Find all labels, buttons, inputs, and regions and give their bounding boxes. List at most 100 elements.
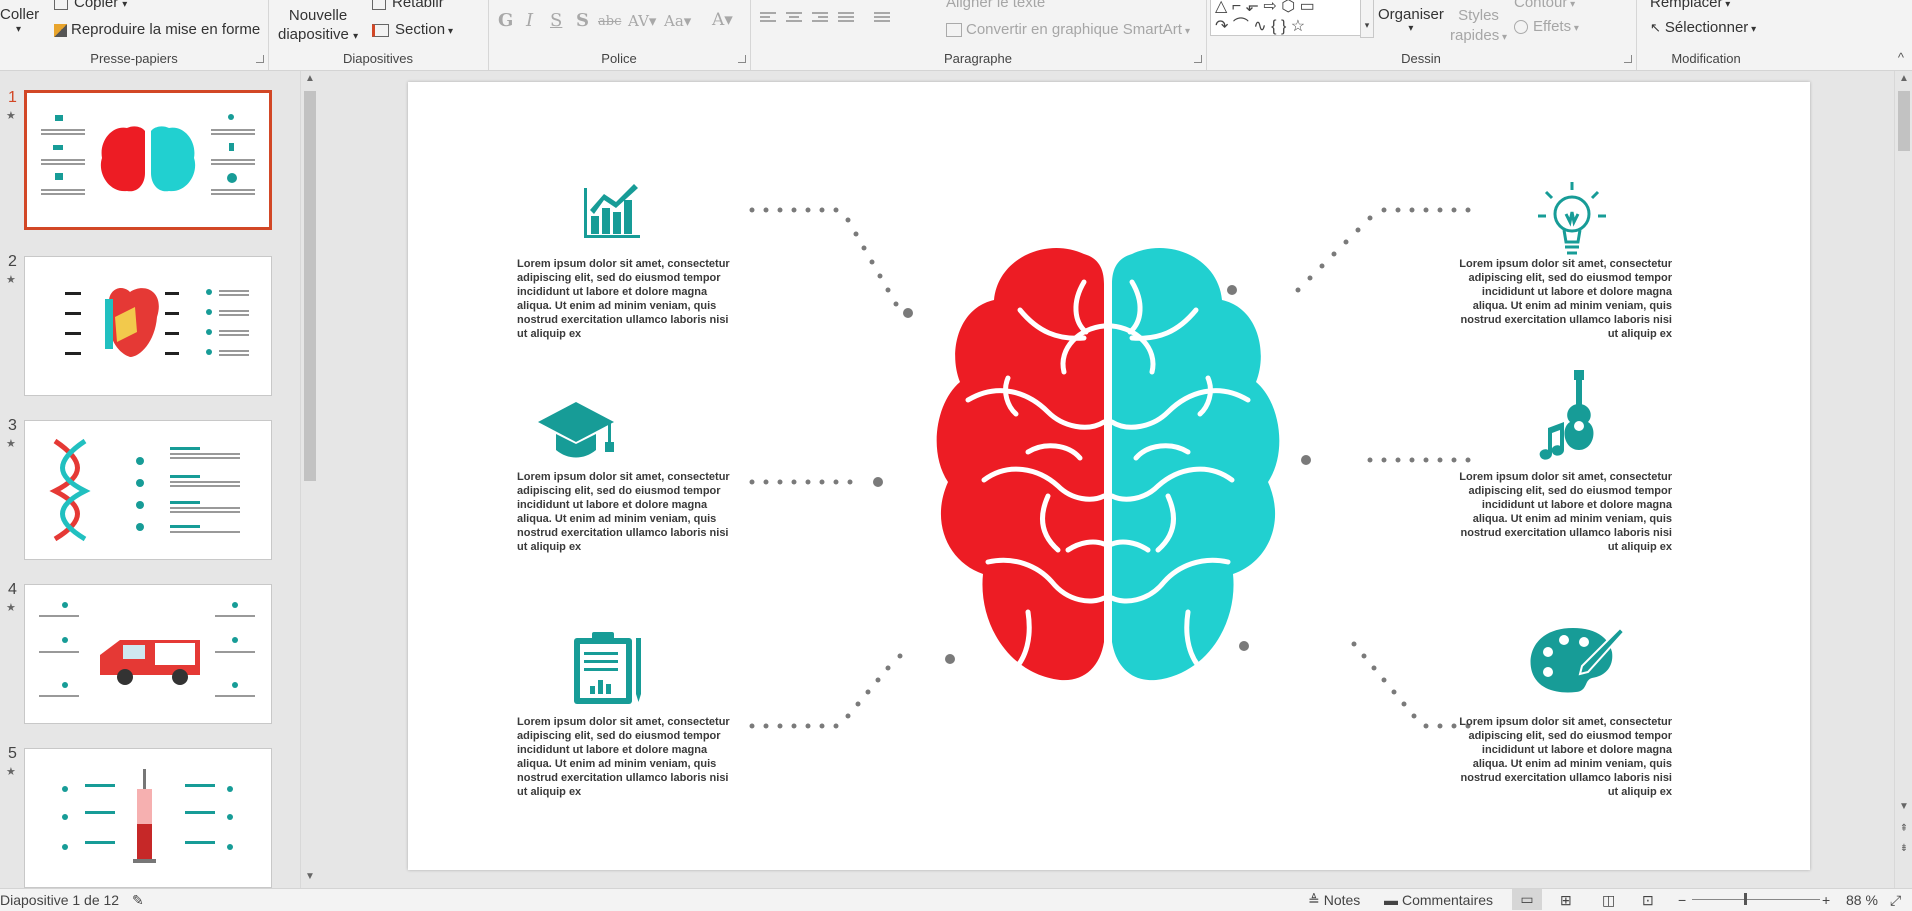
section-button[interactable]: Section ▾ <box>372 21 453 38</box>
group-clipboard: Coller ▾ Copier ▾ Reproduire la mise en f… <box>0 0 269 70</box>
group-label-font: Police <box>601 51 637 66</box>
normal-view-icon[interactable]: ▭ <box>1512 889 1542 910</box>
previous-slide-icon[interactable]: ⇞ <box>1898 823 1910 834</box>
smartart-button[interactable]: Convertir en graphique SmartArt ▾ <box>946 21 1190 38</box>
slide-scroll-thumb[interactable] <box>1898 91 1910 151</box>
zoom-level[interactable]: 88 % <box>1846 892 1878 908</box>
slideshow-icon[interactable]: ⊡ <box>1642 892 1654 909</box>
thumbnails-scrollbar[interactable]: ▲ ▼ <box>300 71 319 888</box>
zoom-slider-thumb[interactable] <box>1744 893 1747 905</box>
next-slide-icon[interactable]: ⇟ <box>1898 843 1910 854</box>
copy-button[interactable]: Copier ▾ <box>54 0 127 11</box>
format-painter-label: Reproduire la mise en forme <box>71 21 261 38</box>
section-label: Section <box>395 21 446 38</box>
shadow-button[interactable]: S <box>576 10 589 31</box>
align-text-button[interactable]: Aligner le texte <box>946 0 1045 11</box>
clipboard-launcher-icon[interactable] <box>256 55 264 63</box>
slide-scrollbar[interactable]: ▲ ▼ ⇞ ⇟ <box>1894 71 1912 888</box>
replace-button[interactable]: Remplacer ▾ <box>1650 0 1730 11</box>
connector-top-left <box>749 207 913 318</box>
justify-icon[interactable] <box>838 12 854 26</box>
outline-button[interactable]: Contour ▾ <box>1514 0 1575 11</box>
scroll-up-icon[interactable]: ▲ <box>304 73 316 84</box>
zoom-out-icon[interactable]: − <box>1678 892 1686 908</box>
clipboard-icon <box>574 632 641 704</box>
copy-icon <box>54 0 68 11</box>
shapes-gallery[interactable]: △ ⌐ ⬐ ⇨ ⬡ ▭ ↷ ⌒ ∿ { } ☆ <box>1210 0 1370 36</box>
italic-button[interactable]: I <box>526 10 533 31</box>
notes-button[interactable]: ≜ Notes <box>1308 892 1360 909</box>
slide-thumbnail-3[interactable] <box>24 420 272 560</box>
animation-star-icon: ★ <box>6 110 16 122</box>
effects-button[interactable]: Effets ▾ <box>1514 18 1579 35</box>
zoom-slider[interactable] <box>1692 893 1820 905</box>
text-block-top-left[interactable]: Lorem ipsum dolor sit amet, consectetur … <box>517 257 734 341</box>
select-label: Sélectionner <box>1664 19 1749 36</box>
slide-thumbnail-5[interactable] <box>24 748 272 888</box>
text-block-mid-right[interactable]: Lorem ipsum dolor sit amet, consectetur … <box>1455 470 1672 554</box>
lightbulb-icon <box>1538 182 1606 255</box>
new-slide-label-1: Nouvelle <box>288 7 348 24</box>
fit-to-window-icon[interactable]: ⤢ <box>1890 892 1901 909</box>
smartart-icon <box>946 23 962 38</box>
thumbnail-1-preview <box>41 114 255 195</box>
char-spacing-button[interactable]: AV▾ <box>628 12 656 30</box>
text-block-mid-left[interactable]: Lorem ipsum dolor sit amet, consectetur … <box>517 470 734 554</box>
strikethrough-button[interactable]: abc <box>598 14 621 29</box>
slide-thumbnail-4[interactable] <box>24 584 272 724</box>
zoom-in-icon[interactable]: + <box>1822 892 1830 908</box>
group-drawing: △ ⌐ ⬐ ⇨ ⬡ ▭ ↷ ⌒ ∿ { } ☆ ▾ Organiser ▾ Styl… <box>1206 0 1637 70</box>
comments-button[interactable]: ▬ Commentaires <box>1384 892 1493 908</box>
paste-dropdown-icon[interactable]: ▾ <box>16 24 21 35</box>
thumbnails-scroll-thumb[interactable] <box>304 91 316 481</box>
music-guitar-icon <box>1539 370 1594 460</box>
underline-button[interactable]: S <box>550 10 562 31</box>
group-label-clipboard: Presse-papiers <box>90 51 178 66</box>
scroll-down-icon[interactable]: ▼ <box>304 871 316 882</box>
font-launcher-icon[interactable] <box>738 55 746 63</box>
slide-sorter-icon[interactable]: ⊞ <box>1560 892 1572 909</box>
font-color-button[interactable]: A▾ <box>712 10 733 30</box>
columns-icon[interactable] <box>874 12 890 26</box>
thumbnail-number: 5 <box>8 745 17 762</box>
shapes-scroll-icon[interactable]: ▾ <box>1360 0 1374 38</box>
slide-thumbnail-2[interactable] <box>24 256 272 396</box>
slide-canvas[interactable]: Lorem ipsum dolor sit amet, consectetur … <box>408 82 1810 870</box>
slide-thumbnail-1[interactable] <box>24 90 272 230</box>
format-painter-button[interactable]: Reproduire la mise en forme <box>54 21 260 38</box>
text-block-bottom-left[interactable]: Lorem ipsum dolor sit amet, consectetur … <box>517 715 734 799</box>
paste-button[interactable]: Coller <box>0 6 39 23</box>
select-button[interactable]: ↖ Sélectionner ▾ <box>1650 19 1756 36</box>
graduation-cap-icon <box>538 402 614 458</box>
effects-icon <box>1514 20 1528 35</box>
collapse-ribbon-icon[interactable]: ^ <box>1898 50 1904 65</box>
align-left-icon[interactable] <box>760 12 776 26</box>
reading-view-icon[interactable]: ◫ <box>1602 892 1615 909</box>
palette-icon <box>1530 626 1626 693</box>
paragraph-launcher-icon[interactable] <box>1194 55 1202 63</box>
align-right-icon[interactable] <box>812 12 828 26</box>
connector-bottom-left <box>749 653 955 729</box>
spell-check-icon[interactable]: ✎ <box>132 892 144 909</box>
ribbon: Coller ▾ Copier ▾ Reproduire la mise en f… <box>0 0 1912 71</box>
replace-label: Remplacer <box>1650 0 1723 11</box>
change-case-button[interactable]: Aa▾ <box>664 12 691 30</box>
scroll-up-icon[interactable]: ▲ <box>1898 73 1910 84</box>
text-block-bottom-right[interactable]: Lorem ipsum dolor sit amet, consectetur … <box>1455 715 1672 799</box>
reset-label: Rétablir <box>392 0 444 11</box>
section-icon <box>372 23 389 37</box>
reset-button[interactable]: Rétablir <box>372 0 444 11</box>
scroll-down-icon[interactable]: ▼ <box>1898 801 1910 812</box>
group-editing: Remplacer ▾ ↖ Sélectionner ▾ Modification <box>1636 0 1776 70</box>
arrange-button[interactable]: Organiser ▾ <box>1378 6 1444 34</box>
text-block-top-right[interactable]: Lorem ipsum dolor sit amet, consectetur … <box>1455 257 1672 341</box>
animation-star-icon: ★ <box>6 274 16 286</box>
align-center-icon[interactable] <box>786 12 802 26</box>
dotted-connectors <box>749 207 1471 729</box>
new-slide-button[interactable]: Nouvelle diapositive ▾ <box>278 6 358 46</box>
bold-button[interactable]: G <box>498 10 513 31</box>
slide-counter: Diapositive 1 de 12 <box>0 892 120 908</box>
quick-styles-button[interactable]: Styles rapides ▾ <box>1450 6 1507 48</box>
comments-icon: ▬ <box>1384 892 1398 908</box>
drawing-launcher-icon[interactable] <box>1624 55 1632 63</box>
